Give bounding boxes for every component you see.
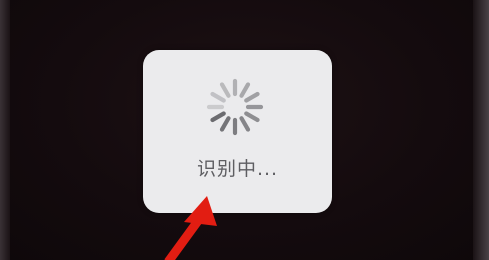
spinner-spoke xyxy=(244,91,260,103)
activity-spinner-icon xyxy=(206,78,264,136)
spinner-spoke xyxy=(244,111,260,123)
screen-left-bezel xyxy=(0,0,10,260)
loading-hud: 识别中... xyxy=(143,50,332,213)
spinner-spoke xyxy=(210,91,226,103)
screen-right-bezel xyxy=(473,0,489,260)
spinner-spoke xyxy=(239,116,251,132)
spinner-spoke xyxy=(210,111,226,123)
spinner-spoke xyxy=(219,116,231,132)
phone-screen: 识别中... xyxy=(0,0,489,260)
loading-label: 识别中... xyxy=(196,158,279,180)
spinner-spoke xyxy=(239,82,251,98)
spinner-spoke xyxy=(219,82,231,98)
